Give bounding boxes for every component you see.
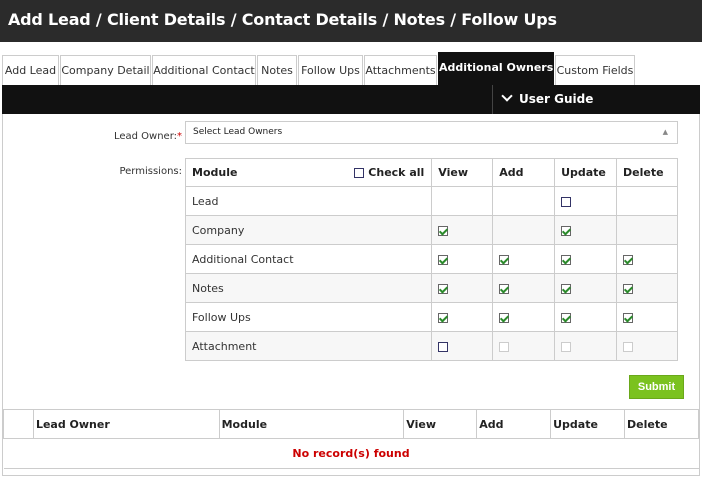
delete-cell — [616, 302, 678, 332]
view-header: View — [431, 158, 494, 187]
lead-owner-header[interactable]: Lead Owner — [32, 409, 220, 439]
delete-cell — [616, 215, 678, 245]
module-name: Attachment — [184, 331, 433, 361]
tab-company-detail[interactable]: Company Detail — [60, 55, 151, 86]
update-checkbox[interactable] — [561, 196, 572, 207]
delete-cell — [616, 273, 678, 303]
delete-header[interactable]: Delete — [624, 409, 699, 439]
module-header[interactable]: Module — [218, 409, 405, 439]
delete-cell — [616, 331, 678, 361]
tab-notes[interactable]: Notes — [257, 55, 297, 86]
tab-additional-contact[interactable]: Additional Contact — [152, 55, 256, 86]
add-checkbox[interactable] — [499, 312, 510, 323]
module-name: Company — [184, 215, 433, 245]
tab-add-lead[interactable]: Add Lead — [2, 55, 59, 86]
delete-cell — [616, 244, 678, 274]
delete-checkbox[interactable] — [623, 254, 634, 265]
select-arrows-icon: ▲ — [662, 128, 668, 136]
permission-row-notes: Notes — [184, 273, 678, 303]
permissions-label: Permissions: — [119, 166, 182, 177]
view-checkbox[interactable] — [438, 283, 449, 294]
view-checkbox[interactable] — [438, 312, 449, 323]
check-all-label: Check all — [368, 166, 425, 179]
view-checkbox[interactable] — [438, 225, 449, 236]
lead-owner-select-value: Select Lead Owners — [193, 127, 283, 137]
add-cell — [492, 186, 556, 216]
add-cell — [492, 273, 556, 303]
permission-row-additional-contact: Additional Contact — [184, 244, 678, 274]
user-guide-label: User Guide — [519, 92, 594, 106]
delete-header: Delete — [616, 158, 678, 187]
delete-cell — [616, 186, 678, 216]
view-cell — [431, 273, 494, 303]
lead-owner-select[interactable]: Select Lead Owners ▲ — [185, 121, 678, 144]
update-cell — [554, 186, 618, 216]
row-toggle-header — [3, 409, 34, 439]
update-cell — [554, 331, 618, 361]
module-name: Additional Contact — [184, 244, 433, 274]
add-header[interactable]: Add — [476, 409, 552, 439]
delete-checkbox[interactable] — [623, 283, 634, 294]
check-all-checkbox[interactable] — [354, 168, 365, 178]
lead-owner-label: Lead Owner:* — [113, 131, 182, 142]
add-cell — [492, 331, 556, 361]
user-guide-toggle[interactable]: User Guide — [492, 85, 593, 114]
view-cell — [431, 331, 494, 361]
required-mark: * — [177, 131, 182, 142]
page-title: Add Lead / Client Details / Contact Deta… — [8, 10, 557, 29]
update-cell — [554, 302, 618, 332]
view-cell — [431, 186, 494, 216]
owners-results-table: Lead Owner Module View Add Update Delete… — [3, 409, 699, 469]
empty-message: No record(s) found — [3, 438, 699, 469]
page-header: Add Lead / Client Details / Contact Deta… — [0, 0, 702, 42]
submit-button[interactable]: Submit — [629, 375, 684, 399]
toolbar: User Guide — [2, 85, 700, 114]
permission-row-company: Company — [184, 215, 678, 245]
view-cell — [431, 215, 494, 245]
update-cell — [554, 273, 618, 303]
update-checkbox[interactable] — [561, 254, 572, 265]
delete-checkbox[interactable] — [623, 312, 634, 323]
view-header[interactable]: View — [403, 409, 478, 439]
update-header[interactable]: Update — [550, 409, 626, 439]
empty-row: No record(s) found — [3, 438, 699, 469]
tab-follow-ups[interactable]: Follow Ups — [298, 55, 363, 86]
add-checkbox[interactable] — [499, 283, 510, 294]
add-cell — [492, 302, 556, 332]
delete-checkbox — [623, 341, 634, 352]
update-cell — [554, 215, 618, 245]
tab-attachments[interactable]: Attachments — [364, 55, 437, 86]
add-checkbox — [499, 341, 510, 352]
update-checkbox[interactable] — [561, 283, 572, 294]
add-cell — [492, 215, 556, 245]
chevron-down-icon — [501, 90, 513, 102]
update-checkbox — [561, 341, 572, 352]
add-checkbox[interactable] — [499, 254, 510, 265]
tab-custom-fields[interactable]: Custom Fields — [555, 55, 635, 86]
update-header: Update — [554, 158, 618, 187]
add-header: Add — [492, 158, 556, 187]
view-cell — [431, 302, 494, 332]
update-checkbox[interactable] — [561, 225, 572, 236]
permissions-header-row: Module Check all View Add Update Delete — [184, 158, 678, 187]
permissions-table: Module Check all View Add Update Delete … — [184, 158, 678, 361]
module-name: Lead — [184, 186, 433, 216]
view-cell — [431, 244, 494, 274]
permission-row-lead: Lead — [184, 186, 678, 216]
permission-row-follow-ups: Follow Ups — [184, 302, 678, 332]
update-checkbox[interactable] — [561, 312, 572, 323]
view-checkbox[interactable] — [438, 254, 449, 265]
module-header: Module Check all — [184, 158, 433, 187]
update-cell — [554, 244, 618, 274]
tab-additional-owners[interactable]: Additional Owners — [438, 52, 554, 86]
add-cell — [492, 244, 556, 274]
module-name: Notes — [184, 273, 433, 303]
view-checkbox[interactable] — [438, 341, 449, 352]
module-name: Follow Ups — [184, 302, 433, 332]
results-header-row: Lead Owner Module View Add Update Delete — [3, 409, 699, 439]
permission-row-attachment: Attachment — [184, 331, 678, 361]
check-all[interactable]: Check all — [354, 166, 424, 179]
